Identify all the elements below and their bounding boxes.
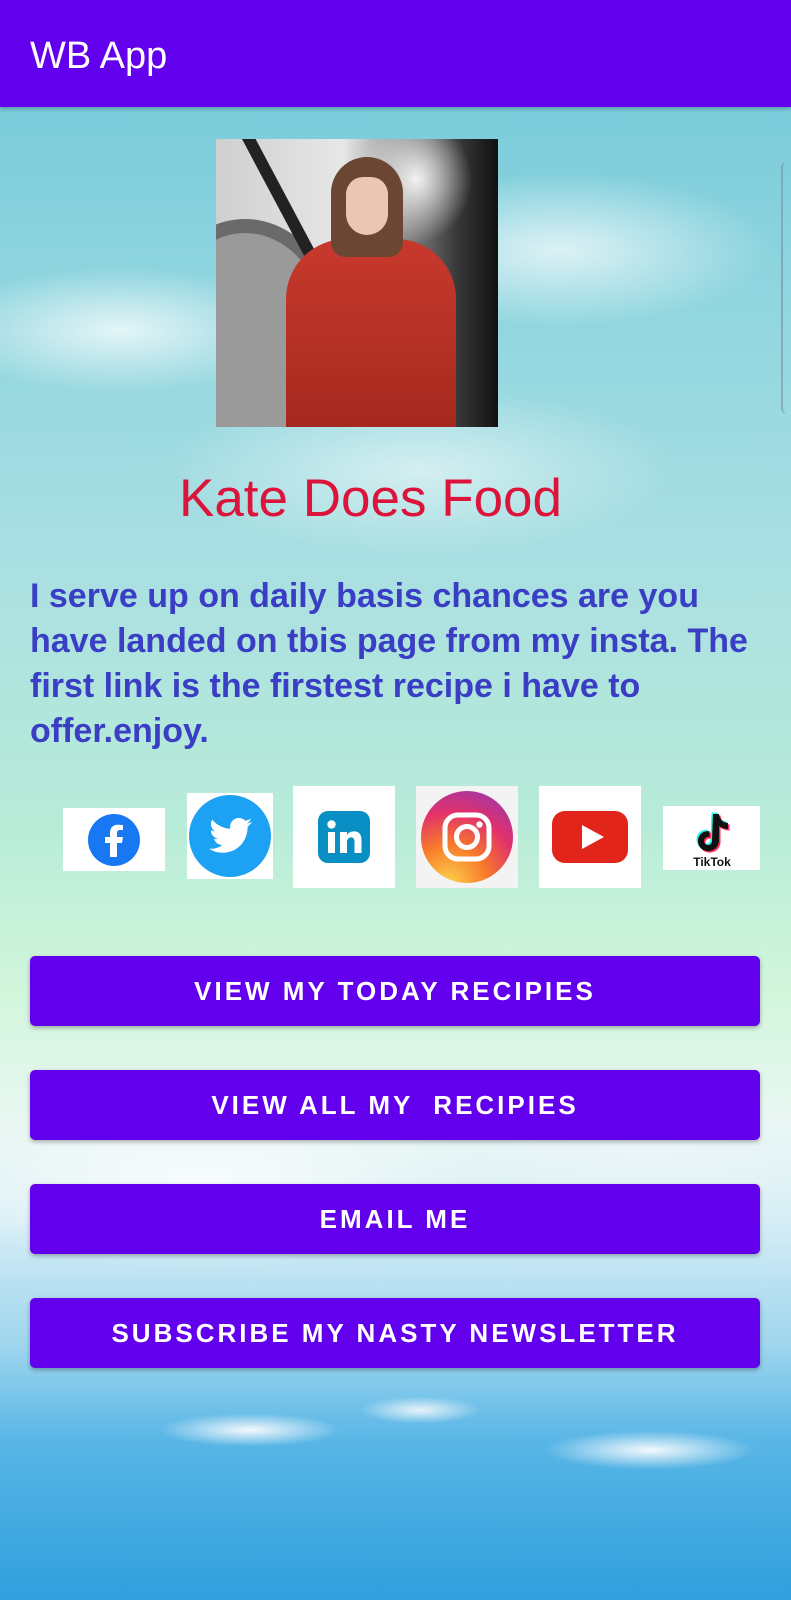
instagram-icon	[421, 791, 513, 883]
youtube-link[interactable]	[539, 786, 641, 888]
profile-name: Kate Does Food	[178, 469, 562, 528]
profile-photo	[216, 139, 498, 427]
facebook-link[interactable]	[63, 808, 165, 871]
youtube-icon	[552, 811, 628, 863]
tiktok-link[interactable]: TikTok	[663, 806, 760, 870]
linkedin-icon	[318, 811, 370, 863]
app-title: WB App	[30, 35, 168, 77]
view-all-recipes-button[interactable]: VIEW ALL MY RECIPIES	[30, 1070, 760, 1140]
facebook-icon	[88, 813, 140, 866]
instagram-link[interactable]	[416, 786, 518, 888]
tiktok-icon: TikTok	[693, 812, 731, 868]
scroll-edge-indicator	[781, 162, 791, 414]
twitter-link[interactable]	[187, 793, 273, 879]
email-me-button[interactable]: EMAIL ME	[30, 1184, 760, 1254]
background-ice	[0, 1380, 791, 1530]
view-today-recipes-button[interactable]: VIEW MY TODAY RECIPIES	[30, 956, 760, 1026]
subscribe-newsletter-button[interactable]: SUBSCRIBE MY NASTY NEWSLETTER	[30, 1298, 760, 1368]
jacket-detail	[286, 239, 456, 427]
twitter-icon	[189, 795, 271, 877]
app-bar: WB App	[0, 0, 791, 107]
tiktok-label: TikTok	[693, 855, 731, 868]
bio-text: I serve up on daily basis chances are yo…	[30, 577, 748, 750]
face-detail	[346, 177, 388, 235]
linkedin-link[interactable]	[293, 786, 395, 888]
